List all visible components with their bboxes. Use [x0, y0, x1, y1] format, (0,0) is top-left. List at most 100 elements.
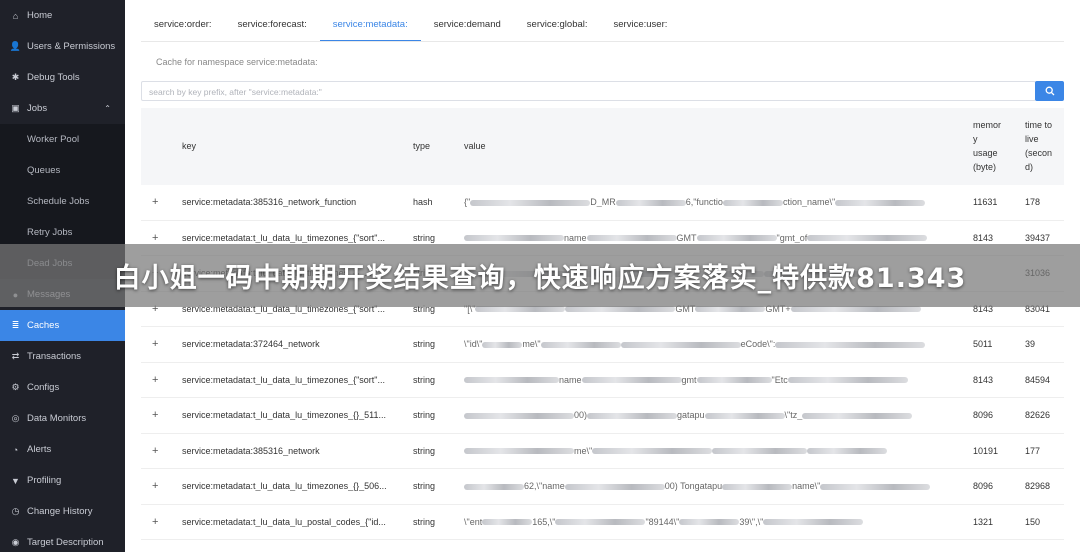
- cell-memory: 8143: [973, 374, 994, 385]
- redacted-value: [581, 377, 682, 384]
- cell-ttl: 82968: [1025, 481, 1051, 492]
- tab-service-forecast[interactable]: service:forecast:: [225, 12, 320, 42]
- table-row[interactable]: + service:metadata:t_lu_data_lu_timezones…: [141, 398, 1064, 434]
- sidebar-item-label: Users & Permissions: [27, 41, 116, 52]
- expand-row-icon[interactable]: +: [152, 516, 158, 528]
- banner-text: 白小姐一码中期期开奖结果查询，快速响应方案落实_特供款81.343: [113, 263, 967, 294]
- cell-memory: 8143: [973, 232, 994, 243]
- header-value: value: [464, 141, 486, 151]
- tab-service-metadata[interactable]: service:metadata:: [319, 12, 421, 42]
- sidebar-item-data-monitors[interactable]: ◎ Data Monitors: [0, 403, 125, 434]
- expand-row-icon[interactable]: +: [152, 232, 158, 244]
- header-memory-line: (byte): [973, 162, 997, 172]
- value-text: gatapu: [677, 410, 705, 421]
- header-ttl-line: d): [1025, 162, 1034, 172]
- value-text: 6,"functio: [685, 197, 723, 208]
- value-text: "89144\": [645, 516, 680, 527]
- layers-icon: ≣: [11, 320, 20, 330]
- cell-ttl: 84594: [1025, 374, 1051, 385]
- cell-ttl: 177: [1025, 445, 1041, 456]
- value-text: \"tz_: [784, 410, 803, 421]
- redacted-value: [620, 341, 741, 348]
- header-ttl-line: live: [1025, 134, 1039, 144]
- cell-memory: 1321: [973, 516, 994, 527]
- overlay-banner: 白小姐一码中期期开奖结果查询，快速响应方案落实_特供款81.343: [0, 244, 1080, 307]
- redacted-value: [820, 483, 931, 490]
- expand-row-icon[interactable]: +: [152, 196, 158, 208]
- cell-key: service:metadata:t_lu_data_lu_postal_cod…: [182, 516, 386, 527]
- table-row[interactable]: + service:metadata:t_lu_data_lu_postal_co…: [141, 505, 1064, 540]
- header-type: type: [413, 141, 431, 151]
- redacted-value: [722, 199, 783, 206]
- sidebar-item-transactions[interactable]: ⇄ Transactions: [0, 341, 125, 372]
- tab-service-demand[interactable]: service:demand: [421, 12, 514, 42]
- redacted-value: [695, 306, 766, 313]
- cell-memory: 8096: [973, 481, 994, 492]
- table-row[interactable]: + service:metadata:385316_network string me…: [141, 434, 1064, 469]
- value-text: name\": [792, 481, 821, 492]
- cell-key: service:metadata:t_lu_data_lu_timezones_…: [182, 232, 386, 243]
- sidebar-item-users-permissions[interactable]: 👤 Users & Permissions: [0, 31, 125, 62]
- briefcase-icon: ▣: [11, 103, 20, 113]
- sidebar-item-change-history[interactable]: ◷ Change History: [0, 496, 125, 527]
- tabs-divider: [141, 41, 1064, 42]
- header-memory-line: usage: [973, 148, 998, 158]
- redacted-value: [464, 377, 559, 384]
- redacted-value: [464, 412, 574, 419]
- table-row[interactable]: + service:metadata:372464_network string \"…: [141, 327, 1064, 363]
- sidebar-item-label: Worker Pool: [27, 134, 80, 145]
- sidebar-item-queues[interactable]: Queues: [0, 155, 125, 186]
- redacted-value: [807, 448, 888, 455]
- cell-key: service:metadata:t_lu_data_lu_timezones_…: [182, 410, 386, 421]
- gear-icon: ⚙: [11, 382, 20, 392]
- redacted-value: [470, 199, 591, 206]
- expand-row-icon[interactable]: +: [152, 409, 158, 421]
- value-text: me\": [574, 445, 593, 456]
- expand-row-icon[interactable]: +: [152, 480, 158, 492]
- cell-value: 00) gatapu \"tz_: [464, 410, 949, 420]
- user-icon: 👤: [9, 41, 22, 51]
- sidebar-item-caches[interactable]: ≣ Caches: [0, 310, 125, 341]
- search-input[interactable]: [142, 83, 1035, 101]
- sidebar-item-profiling[interactable]: ▼ Profiling: [0, 465, 125, 496]
- tab-service-global[interactable]: service:global:: [514, 12, 601, 42]
- table-body: + service:metadata:385316_network_functio…: [141, 185, 1064, 540]
- tab-service-user[interactable]: service:user:: [601, 12, 681, 42]
- redacted-value: [712, 448, 808, 455]
- value-text: 39\",\": [739, 516, 764, 527]
- cell-type: string: [413, 339, 436, 350]
- sidebar-item-configs[interactable]: ⚙ Configs: [0, 372, 125, 403]
- cell-value: \"ent 165,\" "89144\" 39\",\": [464, 517, 949, 527]
- cell-memory: 8096: [973, 410, 994, 421]
- sidebar-item-home[interactable]: ⌂ Home: [0, 0, 125, 31]
- table-row[interactable]: + service:metadata:t_lu_data_lu_timezones…: [141, 363, 1064, 398]
- expand-row-icon[interactable]: +: [152, 374, 158, 386]
- expand-row-icon[interactable]: +: [152, 445, 158, 457]
- cache-caption: Cache for namespace service:metadata:: [156, 57, 318, 67]
- sidebar-item-target-description[interactable]: ◉ Target Description: [0, 527, 125, 552]
- sidebar-item-debug-tools[interactable]: ✱ Debug Tools: [0, 62, 125, 93]
- redacted-value: [464, 483, 524, 490]
- sidebar-item-worker-pool[interactable]: Worker Pool: [0, 124, 125, 155]
- header-ttl: time to live (secon d): [1025, 118, 1052, 174]
- value-text: \"ent: [464, 516, 483, 527]
- cell-type: string: [413, 232, 436, 243]
- sidebar-item-jobs[interactable]: ▣ Jobs ⌃: [0, 93, 125, 124]
- table-row[interactable]: + service:metadata:385316_network_functio…: [141, 185, 1064, 221]
- redacted-value: [704, 412, 785, 419]
- cell-key: service:metadata:372464_network: [182, 339, 320, 350]
- table-row[interactable]: + service:metadata:t_lu_data_lu_timezones…: [141, 469, 1064, 505]
- expand-row-icon[interactable]: +: [152, 338, 158, 350]
- search-box: [141, 81, 1036, 101]
- bell-icon: ◔: [12, 444, 19, 455]
- redacted-value: [592, 448, 713, 455]
- tab-service-order[interactable]: service:order:: [141, 12, 225, 42]
- sidebar-item-schedule-jobs[interactable]: Schedule Jobs: [0, 186, 125, 217]
- redacted-value: [787, 377, 908, 384]
- cell-ttl: 39: [1025, 339, 1036, 350]
- sidebar-item-alerts[interactable]: ◔ Alerts: [0, 434, 125, 465]
- search-button[interactable]: [1035, 81, 1064, 101]
- value-text: 00) Tongatapu: [664, 481, 723, 492]
- value-text: 00): [574, 410, 588, 421]
- redacted-value: [564, 483, 665, 490]
